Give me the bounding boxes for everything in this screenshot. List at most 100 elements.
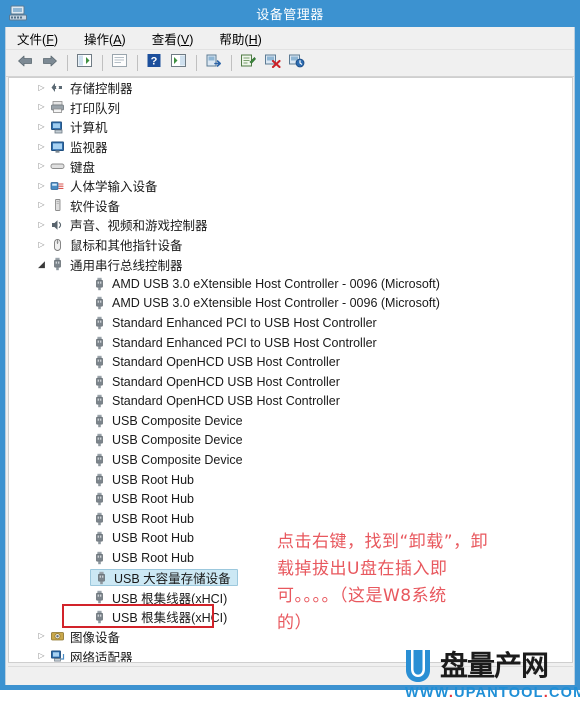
tree-row[interactable]: ◢ 通用串行总线控制器 [9, 254, 572, 274]
usb-icon [90, 609, 108, 625]
menu-accel-help: H [248, 32, 258, 47]
chevron-right-icon[interactable]: ▷ [35, 632, 48, 640]
tree-item-label: USB 大容量存储设备 [114, 572, 231, 587]
tree-row[interactable]: AMD USB 3.0 eXtensible Host Controller -… [9, 274, 572, 294]
usb-icon [48, 256, 66, 272]
tree-item-label: 声音、视频和游戏控制器 [70, 219, 208, 234]
tree-row[interactable]: USB Composite Device [9, 411, 572, 431]
imaging-device-icon [48, 628, 66, 644]
tool-bar: ? [6, 50, 574, 77]
selection-highlight[interactable]: USB 大容量存储设备 [90, 569, 238, 587]
url-part-domain: UPANTOOL [454, 685, 544, 701]
storage-controller-icon [48, 80, 66, 96]
watermark-brand: 盘量产网 [440, 649, 549, 682]
action-pane-icon [170, 53, 187, 73]
chevron-right-icon[interactable]: ▷ [35, 162, 48, 170]
usb-icon [90, 335, 108, 351]
tree-row[interactable]: ▷ 计算机 [9, 117, 572, 137]
usb-icon [90, 452, 108, 468]
tree-row[interactable]: AMD USB 3.0 eXtensible Host Controller -… [9, 294, 572, 314]
menu-label-view: 查看 [151, 32, 177, 47]
tree-row[interactable]: ▷ 软件设备 [9, 196, 572, 216]
left-arrow-icon [17, 54, 34, 73]
tree-row[interactable]: ▷ 声音、视频和游戏控制器 [9, 215, 572, 235]
tree-row[interactable]: USB Root Hub [9, 509, 572, 529]
menu-item-action[interactable]: 操作(A) [82, 27, 136, 50]
tree-item-label: Standard Enhanced PCI to USB Host Contro… [112, 335, 377, 350]
tree-item-label: USB Root Hub [112, 551, 194, 566]
chevron-down-icon[interactable]: ◢ [35, 259, 48, 269]
tree-row[interactable]: Standard OpenHCD USB Host Controller [9, 352, 572, 372]
annotation-line-3: 可。。。。（这是W8系统 [277, 586, 447, 606]
tree-item-label: USB Root Hub [112, 531, 194, 546]
menu-item-help[interactable]: 帮助(H) [217, 27, 271, 50]
forward-button[interactable] [38, 53, 60, 74]
tree-row[interactable]: USB Root Hub [9, 470, 572, 490]
tree-item-label: USB 根集线器(xHCI) [112, 611, 228, 626]
tree-row[interactable]: Standard Enhanced PCI to USB Host Contro… [9, 333, 572, 353]
usb-icon [90, 472, 108, 488]
tree-row[interactable]: USB Composite Device [9, 450, 572, 470]
tree-item-label: USB Composite Device [112, 453, 243, 468]
tree-row[interactable]: USB Composite Device [9, 431, 572, 451]
usb-icon [90, 413, 108, 429]
site-watermark: 盘量产网 WWW.UPANTOOL.COM [404, 648, 580, 703]
chevron-right-icon[interactable]: ▷ [35, 201, 48, 209]
mouse-icon [48, 237, 66, 253]
menu-label-file: 文件 [17, 32, 43, 47]
chevron-right-icon[interactable]: ▷ [35, 83, 48, 92]
tree-row[interactable]: Standard OpenHCD USB Host Controller [9, 392, 572, 412]
tree-item-label: 人体学输入设备 [70, 180, 158, 195]
tree-row[interactable]: ▷ 人体学输入设备 [9, 176, 572, 196]
chevron-right-icon[interactable]: ▷ [35, 122, 48, 131]
window-title: 设备管理器 [256, 7, 324, 22]
uninstall-device-button[interactable] [261, 53, 283, 74]
toolbar-separator-1 [67, 55, 68, 71]
chevron-right-icon[interactable]: ▷ [35, 240, 48, 249]
tree-row[interactable]: ▷ 键盘 [9, 156, 572, 176]
properties-button[interactable] [108, 53, 130, 74]
annotation-line-4: 的） [277, 613, 312, 633]
toolbar-separator-2 [102, 55, 103, 71]
disable-device-icon [288, 53, 305, 73]
usb-icon [90, 315, 108, 331]
menu-item-file[interactable]: 文件(F) [15, 27, 68, 50]
menu-label-help: 帮助 [219, 32, 245, 47]
annotation-line-2: 载掉拔出U盘在插入即 [277, 559, 448, 579]
tree-row[interactable]: Standard OpenHCD USB Host Controller [9, 372, 572, 392]
scan-hardware-button[interactable] [237, 53, 259, 74]
disable-device-button[interactable] [285, 53, 307, 74]
chevron-right-icon[interactable]: ▷ [35, 181, 48, 190]
network-adapter-icon [48, 648, 66, 662]
usb-icon [90, 374, 108, 390]
chevron-right-icon[interactable]: ▷ [35, 220, 48, 229]
tree-item-label: 图像设备 [70, 630, 121, 645]
tree-row[interactable]: USB Root Hub [9, 489, 572, 509]
usb-icon [90, 276, 108, 292]
help-button[interactable]: ? [143, 53, 165, 74]
tree-row[interactable]: ▷ 监视器 [9, 137, 572, 157]
toolbar-separator-4 [196, 55, 197, 71]
chevron-right-icon[interactable]: ▷ [35, 103, 48, 111]
usb-icon [90, 491, 108, 507]
menu-item-view[interactable]: 查看(V) [150, 27, 204, 50]
back-button[interactable] [14, 53, 36, 74]
computer-icon [48, 119, 66, 135]
title-bar[interactable]: 设备管理器 [0, 0, 580, 27]
show-hide-console-tree-button[interactable] [73, 53, 95, 74]
chevron-right-icon[interactable]: ▷ [35, 142, 48, 151]
tree-item-label: 监视器 [70, 141, 108, 156]
tree-row[interactable]: Standard Enhanced PCI to USB Host Contro… [9, 313, 572, 333]
chevron-right-icon[interactable]: ▷ [35, 652, 48, 660]
usb-icon [90, 589, 108, 605]
monitor-icon [48, 139, 66, 155]
update-driver-button[interactable] [202, 53, 224, 74]
tree-item-label: 通用串行总线控制器 [70, 258, 183, 273]
tree-item-label: USB Root Hub [112, 511, 194, 526]
tree-row[interactable]: ▷ 鼠标和其他指针设备 [9, 235, 572, 255]
show-hide-action-pane-button[interactable] [167, 53, 189, 74]
menu-label-action: 操作 [84, 32, 110, 47]
tree-item-label: 键盘 [70, 160, 96, 175]
tree-row[interactable]: ▷ 存储控制器 [9, 78, 572, 98]
tree-row[interactable]: ▷ 打印队列 [9, 98, 572, 118]
